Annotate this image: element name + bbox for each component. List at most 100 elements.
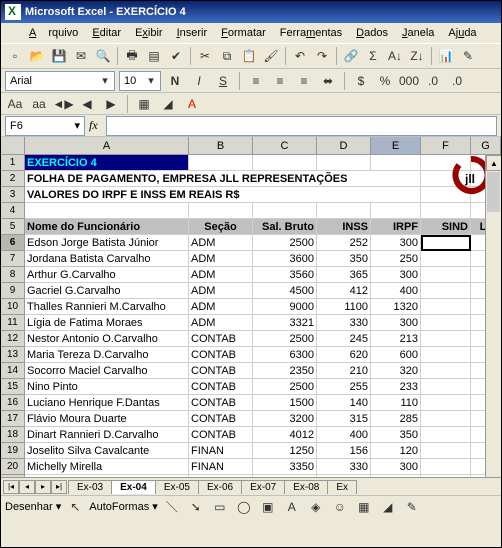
row-header-16[interactable]: 16 bbox=[1, 395, 25, 411]
indent-left-icon[interactable]: ◀ bbox=[77, 94, 97, 114]
case-lower-button[interactable]: aa bbox=[29, 94, 49, 114]
row-header-8[interactable]: 8 bbox=[1, 267, 25, 283]
row-header-20[interactable]: 20 bbox=[1, 459, 25, 475]
arrow-icon[interactable]: ➘ bbox=[186, 497, 206, 517]
sort-desc-icon[interactable]: Z↓ bbox=[407, 46, 427, 66]
row-header-1[interactable]: 1 bbox=[1, 155, 25, 171]
redo-icon[interactable]: ↷ bbox=[312, 46, 332, 66]
linecolor-icon[interactable]: ✎ bbox=[402, 497, 422, 517]
menu-insert[interactable]: Inserir bbox=[171, 25, 214, 41]
row-header-21[interactable]: 21 bbox=[1, 475, 25, 477]
italic-button[interactable]: I bbox=[189, 71, 209, 91]
col-header-C[interactable]: C bbox=[253, 137, 317, 155]
sort-asc-icon[interactable]: A↓ bbox=[385, 46, 405, 66]
next-tab-icon[interactable]: ▸ bbox=[35, 480, 51, 494]
row-header-2[interactable]: 2 bbox=[1, 171, 25, 187]
new-icon[interactable]: ▫ bbox=[5, 46, 25, 66]
borders-icon[interactable]: ▦ bbox=[134, 94, 154, 114]
row-header-4[interactable]: 4 bbox=[1, 203, 25, 219]
diagram-icon[interactable]: ◈ bbox=[306, 497, 326, 517]
menu-format[interactable]: Formatar bbox=[215, 25, 272, 41]
link-icon[interactable]: 🔗 bbox=[341, 46, 361, 66]
row-header-9[interactable]: 9 bbox=[1, 283, 25, 299]
currency-icon[interactable]: $ bbox=[351, 71, 371, 91]
chevron-down-icon[interactable]: ▾ bbox=[100, 74, 110, 87]
last-tab-icon[interactable]: ▸| bbox=[51, 480, 67, 494]
tab-Ex-06[interactable]: Ex-06 bbox=[198, 480, 242, 494]
row-header-19[interactable]: 19 bbox=[1, 443, 25, 459]
menu-file[interactable]: Arquivo bbox=[23, 25, 84, 41]
col-header-G[interactable]: G bbox=[471, 137, 501, 155]
fill-color-icon[interactable]: ◢ bbox=[158, 94, 178, 114]
preview-icon[interactable]: ▤ bbox=[144, 46, 164, 66]
row-header-12[interactable]: 12 bbox=[1, 331, 25, 347]
percent-icon[interactable]: % bbox=[375, 71, 395, 91]
paste-icon[interactable]: 📋 bbox=[239, 46, 259, 66]
row-header-13[interactable]: 13 bbox=[1, 347, 25, 363]
rect-icon[interactable]: ▭ bbox=[210, 497, 230, 517]
inc-decimal-icon[interactable]: .0 bbox=[423, 71, 443, 91]
tab-Ex-03[interactable]: Ex-03 bbox=[68, 480, 112, 494]
row-header-6[interactable]: 6 bbox=[1, 235, 25, 251]
name-box[interactable]: F6 ▾ bbox=[5, 116, 85, 136]
chevron-down-icon[interactable]: ▾ bbox=[146, 74, 156, 87]
oval-icon[interactable]: ◯ bbox=[234, 497, 254, 517]
undo-icon[interactable]: ↶ bbox=[290, 46, 310, 66]
menu-help[interactable]: Ajuda bbox=[442, 25, 482, 41]
case-aa-button[interactable]: Aa bbox=[5, 94, 25, 114]
clipart-icon[interactable]: ☺ bbox=[330, 497, 350, 517]
row-header-7[interactable]: 7 bbox=[1, 251, 25, 267]
brush-icon[interactable]: 🖌 bbox=[261, 46, 281, 66]
comma-icon[interactable]: 000 bbox=[399, 71, 419, 91]
size-combo[interactable]: 10 ▾ bbox=[119, 71, 161, 91]
menu-view[interactable]: Exibir bbox=[129, 25, 169, 41]
dec-decimal-icon[interactable]: .0 bbox=[447, 71, 467, 91]
align-center-icon[interactable]: ≡ bbox=[270, 71, 290, 91]
row-header-14[interactable]: 14 bbox=[1, 363, 25, 379]
bold-button[interactable]: N bbox=[165, 71, 185, 91]
tab-Ex-04[interactable]: Ex-04 bbox=[111, 480, 156, 494]
col-header-A[interactable]: A bbox=[25, 137, 189, 155]
col-header-D[interactable]: D bbox=[317, 137, 371, 155]
col-header-E[interactable]: E bbox=[371, 137, 421, 155]
line-icon[interactable]: ＼ bbox=[162, 497, 182, 517]
font-combo[interactable]: Arial ▾ bbox=[5, 71, 115, 91]
row-header-3[interactable]: 3 bbox=[1, 187, 25, 203]
select-icon[interactable]: ↖ bbox=[65, 497, 85, 517]
worksheet[interactable]: ABCDEFG1EXERCÍCIO 42FOLHA DE PAGAMENTO, … bbox=[1, 137, 501, 477]
textbox-icon[interactable]: ▣ bbox=[258, 497, 278, 517]
sum-icon[interactable]: Σ bbox=[363, 46, 383, 66]
copy-icon[interactable]: ⧉ bbox=[217, 46, 237, 66]
spell-icon[interactable]: ✔ bbox=[166, 46, 186, 66]
arrows-button[interactable]: ◄▶ bbox=[53, 94, 73, 114]
row-header-15[interactable]: 15 bbox=[1, 379, 25, 395]
row-header-11[interactable]: 11 bbox=[1, 315, 25, 331]
cut-icon[interactable]: ✂ bbox=[195, 46, 215, 66]
menu-tools[interactable]: Ferramentas bbox=[274, 25, 348, 41]
picture-icon[interactable]: ▦ bbox=[354, 497, 374, 517]
open-icon[interactable]: 📂 bbox=[27, 46, 47, 66]
menu-window[interactable]: Janela bbox=[396, 25, 440, 41]
active-cell[interactable] bbox=[421, 235, 471, 251]
underline-button[interactable]: S bbox=[213, 71, 233, 91]
merge-icon[interactable]: ⬌ bbox=[318, 71, 338, 91]
scroll-up-icon[interactable]: ▲ bbox=[486, 155, 501, 171]
align-left-icon[interactable]: ≡ bbox=[246, 71, 266, 91]
select-all-corner[interactable] bbox=[1, 137, 25, 155]
chevron-down-icon[interactable]: ▾ bbox=[74, 119, 80, 132]
fillcolor-icon[interactable]: ◢ bbox=[378, 497, 398, 517]
tab-Ex-05[interactable]: Ex-05 bbox=[155, 480, 199, 494]
align-right-icon[interactable]: ≡ bbox=[294, 71, 314, 91]
print-icon[interactable]: 🖶 bbox=[122, 46, 142, 66]
drawing-icon[interactable]: ✎ bbox=[458, 46, 478, 66]
tab-Ex[interactable]: Ex bbox=[327, 480, 357, 494]
prev-tab-icon[interactable]: ◂ bbox=[19, 480, 35, 494]
autoshapes-menu[interactable]: AutoFormas ▾ bbox=[89, 500, 158, 513]
row-header-10[interactable]: 10 bbox=[1, 299, 25, 315]
row-header-5[interactable]: 5 bbox=[1, 219, 25, 235]
tab-Ex-08[interactable]: Ex-08 bbox=[284, 480, 328, 494]
menu-edit[interactable]: Editar bbox=[86, 25, 127, 41]
col-header-F[interactable]: F bbox=[421, 137, 471, 155]
search-icon[interactable]: 🔍 bbox=[93, 46, 113, 66]
formula-bar[interactable] bbox=[106, 116, 497, 136]
